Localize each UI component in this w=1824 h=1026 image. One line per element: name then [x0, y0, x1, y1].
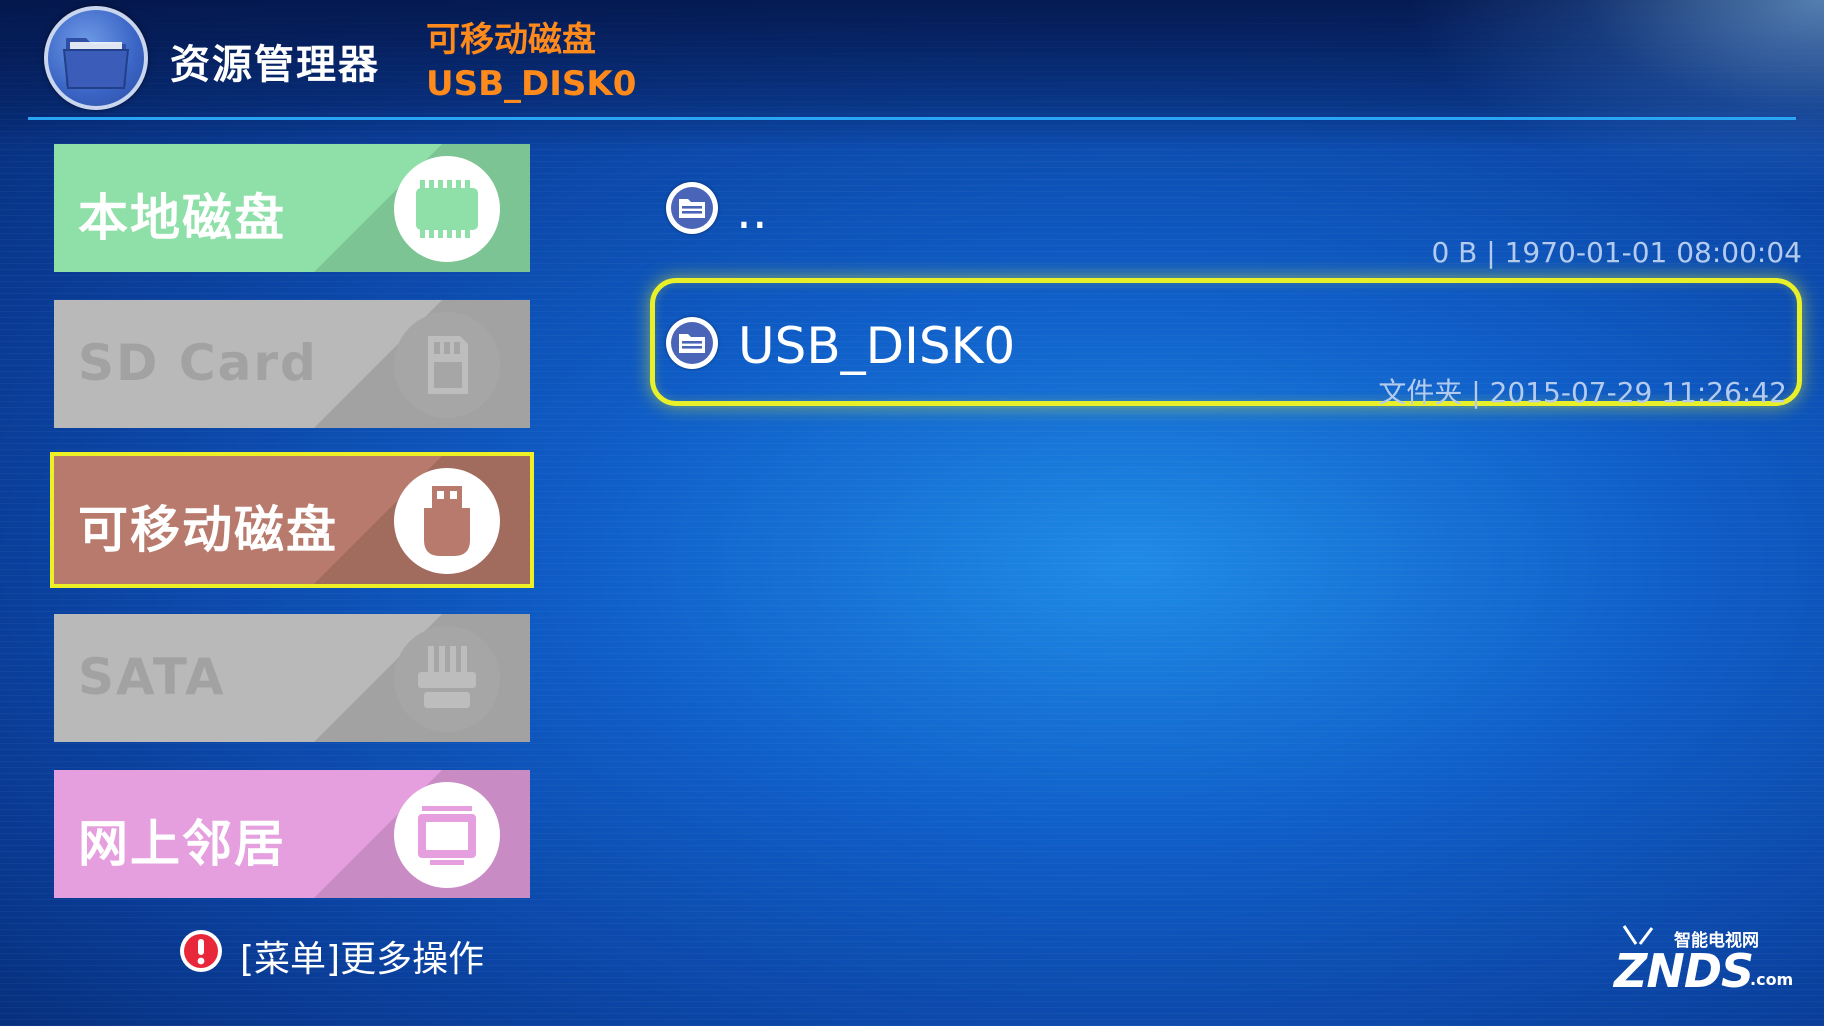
sidebar-item-label: SD Card [78, 334, 318, 392]
file-name: USB_DISK0 [738, 317, 1016, 375]
usb-drive-icon [394, 468, 500, 574]
sidebar-item-label: 本地磁盘 [78, 189, 286, 247]
sidebar-item-sd-card[interactable]: SD Card [54, 300, 530, 428]
breadcrumb-category: 可移动磁盘 [426, 20, 596, 60]
network-monitor-icon [394, 782, 500, 888]
sidebar-item-local-disk[interactable]: 本地磁盘 [54, 144, 530, 272]
exclamation-icon [180, 930, 222, 972]
header: 资源管理器 可移动磁盘 USB_DISK0 [0, 0, 1824, 120]
file-row-selected[interactable]: USB_DISK0 文件夹 | 2015-07-29 11:26:42 [650, 278, 1802, 409]
sidebar-item-network-neighborhood[interactable]: 网上邻居 [54, 770, 530, 898]
folder-icon [62, 38, 130, 89]
sidebar-item-label: 网上邻居 [78, 815, 286, 873]
folder-icon [666, 182, 718, 234]
hint-text: [菜单]更多操作 [240, 939, 485, 980]
watermark-brand: ZNDS [1614, 944, 1754, 998]
file-name: .. [736, 182, 768, 240]
file-meta: 文件夹 | 2015-07-29 11:26:42 [1378, 376, 1787, 409]
header-divider [28, 117, 1796, 120]
sidebar-item-sata[interactable]: SATA [54, 614, 530, 742]
breadcrumb-device: USB_DISK0 [426, 64, 637, 104]
sata-connector-icon [394, 626, 500, 732]
memory-chip-icon [394, 156, 500, 262]
folder-icon [666, 317, 718, 369]
sidebar-item-label: 可移动磁盘 [78, 501, 338, 559]
sd-card-icon [394, 312, 500, 418]
file-meta: 0 B | 1970-01-01 08:00:04 [1431, 236, 1802, 269]
app-title: 资源管理器 [170, 42, 380, 88]
app-logo [44, 6, 148, 110]
file-row-parent[interactable]: .. 0 B | 1970-01-01 08:00:04 [650, 160, 1802, 288]
watermark-suffix: .com [1750, 970, 1794, 989]
sidebar-item-removable-disk[interactable]: 可移动磁盘 [50, 452, 534, 588]
znds-watermark: 智能电视网 ZNDS .com [1610, 924, 1794, 1000]
sidebar-item-label: SATA [78, 648, 226, 706]
